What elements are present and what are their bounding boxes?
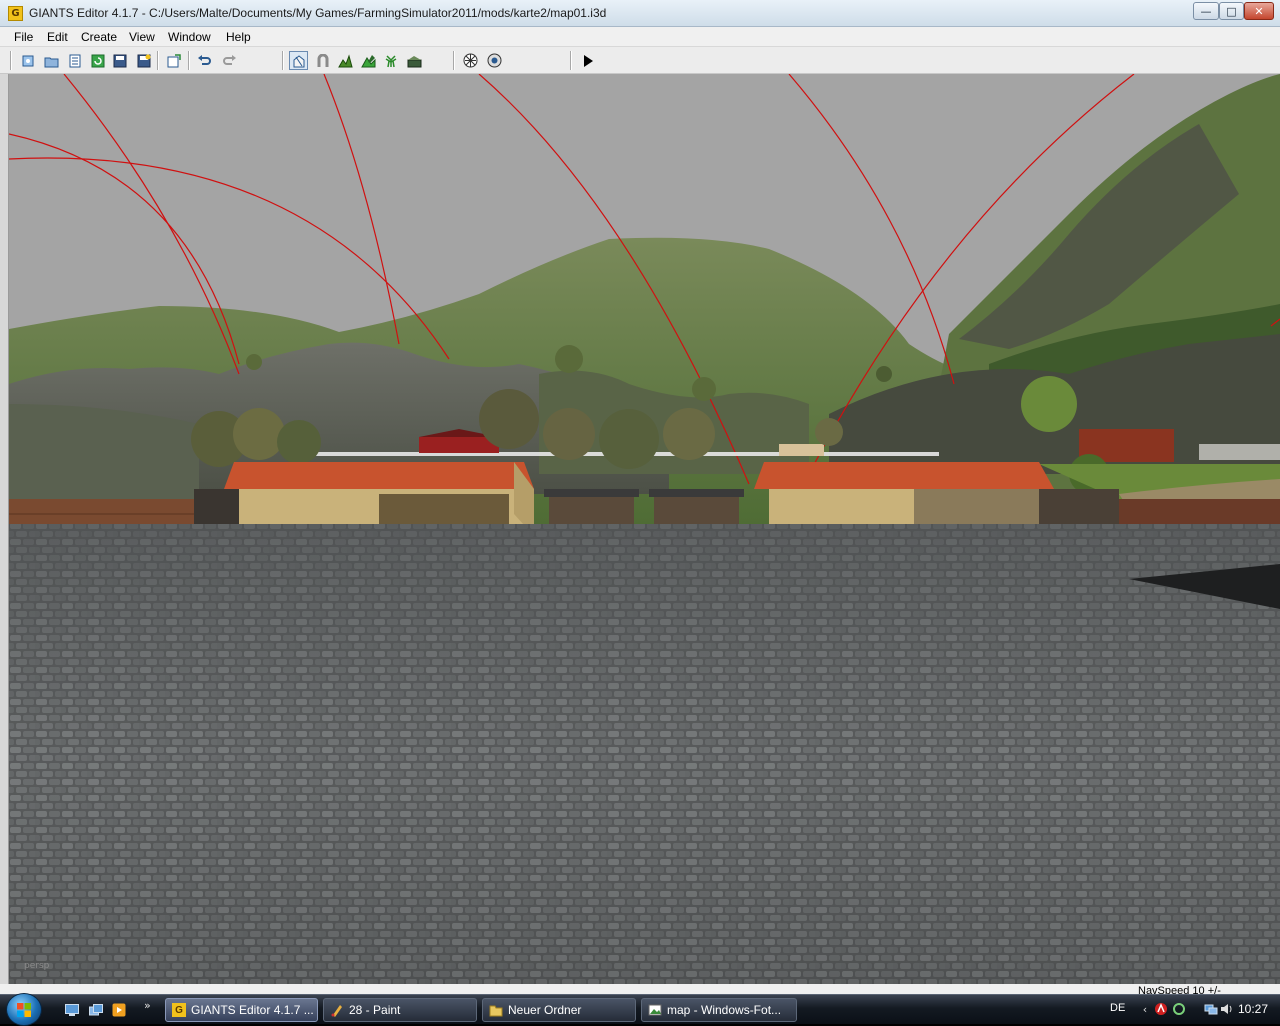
red-barn xyxy=(419,437,499,453)
task-label: 28 - Paint xyxy=(349,1003,401,1017)
giants-editor-icon: G xyxy=(8,6,23,21)
minimize-button[interactable]: — xyxy=(1193,2,1219,20)
save-icon[interactable] xyxy=(110,51,129,70)
media-player-icon[interactable] xyxy=(111,1002,127,1018)
viewport-left-strip xyxy=(0,74,9,984)
toolbar-separator xyxy=(282,51,284,70)
open-icon[interactable] xyxy=(42,51,61,70)
close-button[interactable]: ✕ xyxy=(1244,2,1274,20)
task-paint[interactable]: 28 - Paint xyxy=(323,998,477,1022)
network-activity-icon[interactable] xyxy=(1172,1002,1186,1016)
photo-viewer-icon xyxy=(648,1003,662,1017)
menu-help[interactable]: Help xyxy=(226,30,251,44)
window-title: GIANTS Editor 4.1.7 - C:/Users/Malte/Doc… xyxy=(29,6,607,20)
texture-icon[interactable] xyxy=(461,51,480,70)
toolbar-separator xyxy=(570,51,572,70)
new-scene-icon[interactable] xyxy=(18,51,37,70)
taskbar: » G GIANTS Editor 4.1.7 ... 28 - Paint N… xyxy=(0,993,1280,1026)
menu-edit[interactable]: Edit xyxy=(47,30,68,44)
network-icon[interactable] xyxy=(1204,1002,1218,1016)
switch-windows-icon[interactable] xyxy=(88,1002,104,1018)
object-paint-icon[interactable] xyxy=(405,51,424,70)
3d-viewport[interactable]: persp xyxy=(9,74,1280,984)
clock[interactable]: 10:27 xyxy=(1238,1002,1268,1016)
toolbar-separator xyxy=(157,51,159,70)
folder-icon xyxy=(489,1003,503,1017)
properties-icon[interactable] xyxy=(65,51,84,70)
redo-icon[interactable] xyxy=(220,51,239,70)
language-indicator[interactable]: DE xyxy=(1110,1002,1125,1014)
play-icon[interactable] xyxy=(578,51,597,70)
terrain-sculpt-icon[interactable] xyxy=(336,51,355,70)
menu-window[interactable]: Window xyxy=(168,30,211,44)
magnet-icon[interactable] xyxy=(313,51,332,70)
toolbar-separator xyxy=(188,51,190,70)
task-folder[interactable]: Neuer Ordner xyxy=(482,998,636,1022)
task-label: Neuer Ordner xyxy=(508,1003,582,1017)
toolbar xyxy=(0,47,1280,74)
giants-editor-icon: G xyxy=(172,1003,186,1017)
window-titlebar[interactable]: G GIANTS Editor 4.1.7 - C:/Users/Malte/D… xyxy=(0,0,1280,27)
windows-logo-icon xyxy=(17,1002,31,1017)
start-button[interactable] xyxy=(6,993,42,1026)
toolbar-separator xyxy=(10,51,12,70)
antivirus-icon[interactable] xyxy=(1154,1002,1168,1016)
quicklaunch-more[interactable]: » xyxy=(144,999,151,1012)
terrain-paint-icon[interactable] xyxy=(359,51,378,70)
shader-icon[interactable] xyxy=(485,51,504,70)
foliage-paint-icon[interactable] xyxy=(382,51,401,70)
volume-icon[interactable] xyxy=(1220,1002,1234,1016)
menu-view[interactable]: View xyxy=(129,30,155,44)
undo-icon[interactable] xyxy=(195,51,214,70)
toolbar-separator xyxy=(453,51,455,70)
task-label: GIANTS Editor 4.1.7 ... xyxy=(191,1003,314,1017)
maximize-button[interactable]: □ xyxy=(1219,2,1244,20)
task-label: map - Windows-Fot... xyxy=(667,1003,782,1017)
import-icon[interactable] xyxy=(164,51,183,70)
select-mode-icon[interactable] xyxy=(289,51,308,70)
show-desktop-icon[interactable] xyxy=(64,1002,80,1018)
paint-icon xyxy=(330,1003,344,1017)
scene-render xyxy=(9,74,1280,984)
camera-label: persp xyxy=(24,961,50,971)
system-tray: DE ‹ 10:27 xyxy=(1100,995,1280,1025)
save-as-icon[interactable] xyxy=(134,51,153,70)
task-giants-editor[interactable]: G GIANTS Editor 4.1.7 ... xyxy=(165,998,318,1022)
menu-bar: File Edit Create View Window Help xyxy=(0,27,1280,47)
menu-create[interactable]: Create xyxy=(81,30,117,44)
reload-icon[interactable] xyxy=(88,51,107,70)
task-photo-viewer[interactable]: map - Windows-Fot... xyxy=(641,998,797,1022)
tray-expand-icon[interactable]: ‹ xyxy=(1138,1002,1152,1016)
menu-file[interactable]: File xyxy=(14,30,33,44)
